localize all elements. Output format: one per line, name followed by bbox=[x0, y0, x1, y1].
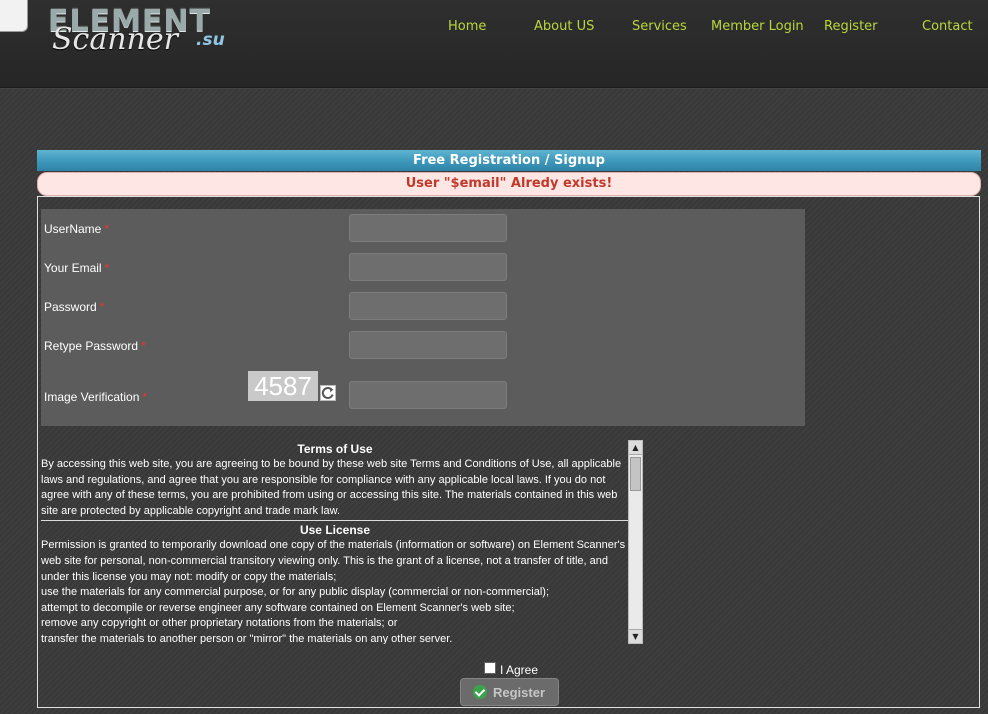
required-mark: * bbox=[104, 222, 110, 236]
email-input[interactable] bbox=[349, 253, 507, 281]
retype-password-input[interactable] bbox=[349, 331, 507, 359]
refresh-icon[interactable] bbox=[320, 385, 336, 401]
username-input[interactable] bbox=[349, 214, 507, 242]
label-password: Password * bbox=[44, 300, 104, 314]
nav-register[interactable]: Register bbox=[824, 19, 878, 34]
captcha-input[interactable] bbox=[349, 381, 507, 409]
label-image-verification: Image Verification * bbox=[44, 390, 147, 404]
required-mark: * bbox=[141, 339, 146, 353]
required-mark: * bbox=[142, 390, 148, 404]
label-password-text: Password bbox=[44, 300, 97, 314]
terms-title: Terms of Use bbox=[297, 442, 373, 456]
nav-services[interactable]: Services bbox=[632, 19, 687, 34]
site-header: ELEMENT Scanner .su Home About US Servic… bbox=[0, 0, 988, 88]
captcha-image: 4587 bbox=[248, 371, 318, 401]
terms-text-box[interactable]: Terms of Use By accessing this web site,… bbox=[41, 441, 629, 644]
label-retype-password: Retype Password * bbox=[44, 339, 146, 353]
agree-checkbox[interactable] bbox=[484, 662, 496, 674]
register-button-label: Register bbox=[493, 685, 546, 700]
terms-divider bbox=[41, 520, 629, 522]
label-email: Your Email * bbox=[44, 261, 109, 275]
nav-contact[interactable]: Contact bbox=[922, 19, 973, 34]
required-mark: * bbox=[99, 300, 105, 314]
logo-line2: Scanner bbox=[52, 22, 178, 57]
label-image-verification-text: Image Verification bbox=[44, 390, 140, 404]
form-heading: Free Registration / Signup bbox=[37, 150, 981, 171]
scroll-thumb[interactable] bbox=[630, 457, 641, 491]
license-line: remove any copyright or other proprietar… bbox=[41, 617, 398, 630]
required-mark: * bbox=[104, 261, 110, 275]
label-username: UserName * bbox=[44, 222, 109, 236]
nav-home[interactable]: Home bbox=[448, 19, 486, 34]
password-input[interactable] bbox=[349, 292, 507, 320]
check-circle-icon bbox=[473, 685, 487, 699]
scroll-down-arrow-icon[interactable]: ▼ bbox=[629, 629, 642, 643]
corner-tab[interactable] bbox=[0, 0, 28, 32]
agree-label: I Agree bbox=[500, 663, 539, 677]
label-username-text: UserName bbox=[44, 222, 102, 236]
terms-scrollbar[interactable]: ▲ ▼ bbox=[628, 440, 643, 644]
nav-about-us[interactable]: About US bbox=[534, 19, 594, 34]
terms-body: By accessing this web site, you are agre… bbox=[41, 458, 622, 517]
license-title: Use License bbox=[299, 523, 371, 538]
logo-tld: .su bbox=[196, 30, 225, 50]
license-line: use the materials for any commercial pur… bbox=[41, 586, 550, 599]
scroll-up-arrow-icon[interactable]: ▲ bbox=[629, 441, 642, 455]
error-message: User "$email" Alredy exists! bbox=[37, 172, 981, 196]
label-retype-password-text: Retype Password bbox=[44, 339, 139, 353]
license-line: transfer the materials to another person… bbox=[41, 632, 453, 644]
register-button[interactable]: Register bbox=[460, 678, 559, 706]
license-line: attempt to decompile or reverse engineer… bbox=[41, 601, 515, 614]
nav-member-login[interactable]: Member Login bbox=[711, 19, 804, 34]
site-logo[interactable]: ELEMENT Scanner .su bbox=[48, 4, 248, 64]
license-line: Permission is granted to temporarily dow… bbox=[41, 539, 626, 583]
label-email-text: Your Email bbox=[44, 261, 102, 275]
